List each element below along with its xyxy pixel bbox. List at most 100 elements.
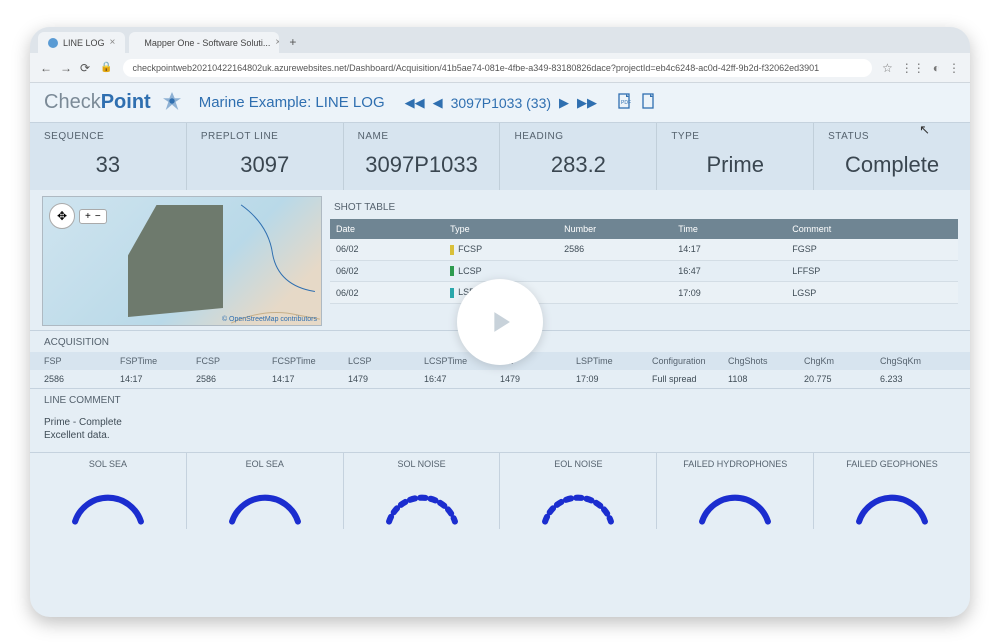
gauge-arc-icon xyxy=(528,473,628,525)
map-viewport[interactable]: ✥ + − © OpenStreetMap contributors xyxy=(42,196,322,326)
browser-tab-1[interactable]: LINE LOG × xyxy=(38,32,125,53)
cell: 20.775 xyxy=(804,374,880,384)
map-zoom-out-button[interactable]: − xyxy=(95,211,101,222)
cell: 2586 xyxy=(44,374,120,384)
card-sequence: SEQUENCE 33 xyxy=(30,123,187,190)
cell-time: 14:17 xyxy=(678,244,792,254)
menu-icon[interactable]: ⋮ xyxy=(948,61,960,75)
new-tab-button[interactable]: + xyxy=(283,31,302,53)
brand-text-b: Point xyxy=(101,91,151,113)
forward-icon[interactable]: → xyxy=(60,61,72,75)
gauge-arc-icon xyxy=(685,473,785,525)
type-chip-icon xyxy=(450,266,454,276)
browser-address-bar: ← → ⟳ 🔒 checkpointweb20210422164802uk.az… xyxy=(30,53,970,83)
tab-title: LINE LOG xyxy=(63,38,105,48)
doc-export-icon[interactable] xyxy=(641,93,657,112)
brand-logo-icon xyxy=(163,92,181,114)
cell-comment: FGSP xyxy=(792,244,952,254)
cell: 1108 xyxy=(728,374,804,384)
col: Configuration xyxy=(652,356,728,366)
nav-last-icon[interactable]: ▶▶ xyxy=(577,95,597,111)
favicon-icon xyxy=(48,38,58,48)
cell-date: 06/02 xyxy=(336,288,450,298)
cell: 14:17 xyxy=(120,374,196,384)
cell-date: 06/02 xyxy=(336,266,450,276)
col-time: Time xyxy=(678,224,792,234)
reload-icon[interactable]: ⟳ xyxy=(80,61,90,75)
cell: 1479 xyxy=(348,374,424,384)
col-comment: Comment xyxy=(792,224,952,234)
col: FSP xyxy=(44,356,120,366)
col: FCSP xyxy=(196,356,272,366)
tab-close-icon[interactable]: × xyxy=(110,37,116,48)
type-chip-icon xyxy=(450,288,454,298)
card-value: Prime xyxy=(671,152,799,178)
col-date: Date xyxy=(336,224,450,234)
col: LCSP xyxy=(348,356,424,366)
shot-table-title: SHOT TABLE xyxy=(330,196,958,219)
cell: 6.233 xyxy=(880,374,956,384)
gauge-label: EOL NOISE xyxy=(504,459,652,469)
card-label: SEQUENCE xyxy=(44,131,172,142)
card-preplot: PREPLOT LINE 3097 xyxy=(187,123,344,190)
gauge-sol-noise: SOL NOISE xyxy=(344,453,501,529)
nav-next-icon[interactable]: ▶ xyxy=(559,95,569,111)
extension-icon[interactable]: ⋮⋮ xyxy=(901,61,925,75)
profile-icon[interactable]: ◐ xyxy=(933,61,940,75)
cell: 1479 xyxy=(500,374,576,384)
gauge-label: FAILED GEOPHONES xyxy=(818,459,966,469)
gauge-failed-hydrophones: FAILED HYDROPHONES xyxy=(657,453,814,529)
star-icon[interactable]: ☆ xyxy=(882,61,893,75)
tab-close-icon[interactable]: × xyxy=(275,37,279,48)
gauge-label: EOL SEA xyxy=(191,459,339,469)
lock-icon: 🔒 xyxy=(100,62,112,73)
gauges-row: SOL SEA EOL SEA SOL NOISE EOL NOISE FAIL… xyxy=(30,453,970,529)
gauge-arc-icon xyxy=(58,473,158,525)
cell: 17:09 xyxy=(576,374,652,384)
card-value: 3097 xyxy=(201,152,329,178)
acquisition-row[interactable]: 2586 14:17 2586 14:17 1479 16:47 1479 17… xyxy=(30,370,970,388)
sequence-current: 3097P1033 (33) xyxy=(451,95,551,111)
line-comment-title: LINE COMMENT xyxy=(30,388,970,410)
card-value: Complete xyxy=(828,152,956,178)
app-window: LINE LOG × Mapper One - Software Soluti.… xyxy=(30,27,970,617)
cell: Full spread xyxy=(652,374,728,384)
nav-first-icon[interactable]: ◀◀ xyxy=(405,95,425,111)
line-comment-body: Prime - Complete Excellent data. xyxy=(30,410,970,453)
svg-text:PDF: PDF xyxy=(621,100,631,106)
browser-tab-strip: LINE LOG × Mapper One - Software Soluti.… xyxy=(30,27,970,53)
cursor-icon: ↖ xyxy=(919,122,930,138)
play-button[interactable] xyxy=(457,279,543,365)
app-header: CheckPoint Marine Example: LINE LOG ◀◀ ◀… xyxy=(30,83,970,123)
table-row[interactable]: 06/02 FCSP 2586 14:17 FGSP xyxy=(330,239,958,261)
cell-type: LCSP xyxy=(458,266,482,276)
nav-prev-icon[interactable]: ◀ xyxy=(433,95,443,111)
table-row[interactable]: 06/02 LSP 17:09 LGSP xyxy=(330,282,958,304)
sequence-navigator: ◀◀ ◀ 3097P1033 (33) ▶ ▶▶ xyxy=(405,95,597,111)
cell-number: 2586 xyxy=(564,244,678,254)
gauge-label: FAILED HYDROPHONES xyxy=(661,459,809,469)
card-label: STATUS xyxy=(828,131,956,142)
map-zoom-in-button[interactable]: + xyxy=(85,211,91,222)
cell-comment: LFFSP xyxy=(792,266,952,276)
cell: 14:17 xyxy=(272,374,348,384)
card-status: STATUS Complete xyxy=(814,123,970,190)
map-compass-icon[interactable]: ✥ xyxy=(49,203,75,229)
card-value: 3097P1033 xyxy=(358,152,486,178)
url-field[interactable]: checkpointweb20210422164802uk.azurewebsi… xyxy=(123,59,872,77)
col: ChgShots xyxy=(728,356,804,366)
gauge-failed-geophones: FAILED GEOPHONES xyxy=(814,453,970,529)
gauge-arc-icon xyxy=(842,473,942,525)
table-row[interactable]: 06/02 LCSP 16:47 LFFSP xyxy=(330,261,958,283)
pdf-export-icon[interactable]: PDF xyxy=(617,93,633,112)
info-cards-row: SEQUENCE 33 PREPLOT LINE 3097 NAME 3097P… xyxy=(30,123,970,190)
card-heading: HEADING 283.2 xyxy=(500,123,657,190)
card-label: TYPE xyxy=(671,131,799,142)
card-name: NAME 3097P1033 xyxy=(344,123,501,190)
card-label: HEADING xyxy=(514,131,642,142)
page-title: Marine Example: LINE LOG xyxy=(199,94,385,111)
browser-tab-2[interactable]: Mapper One - Software Soluti... × xyxy=(129,32,279,53)
back-icon[interactable]: ← xyxy=(40,61,52,75)
gauge-eol-noise: EOL NOISE xyxy=(500,453,657,529)
col: ChgSqKm xyxy=(880,356,956,366)
